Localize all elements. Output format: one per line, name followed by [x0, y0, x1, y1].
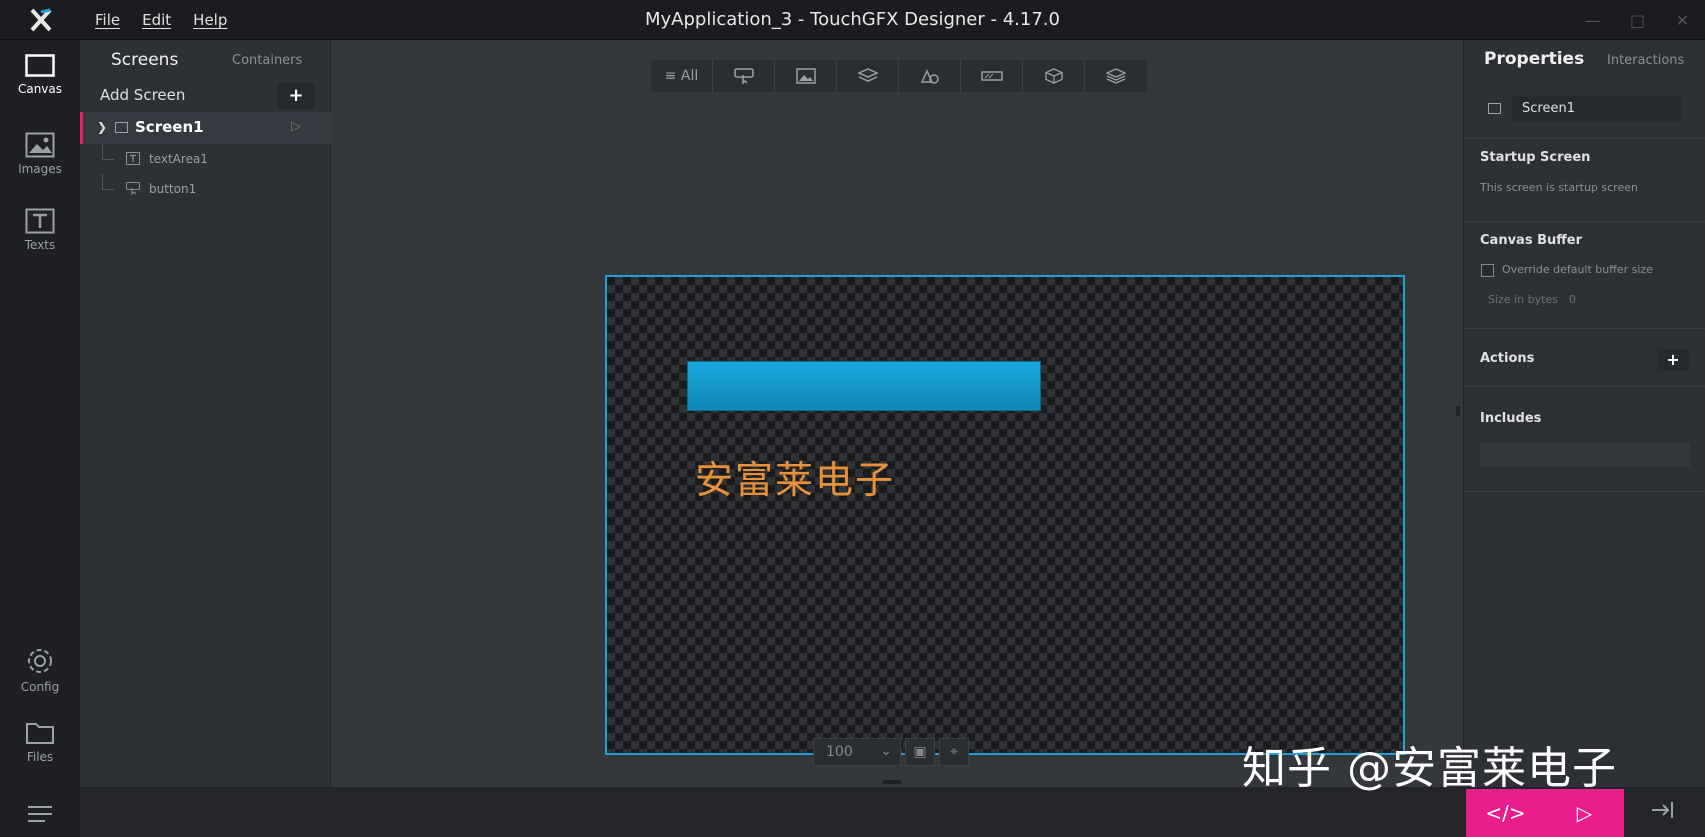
texts-icon — [25, 208, 55, 234]
screens-panel: Screens Containers Add Screen + ❯ Screen… — [80, 40, 331, 787]
screen-name-field[interactable]: Screen1 — [1512, 96, 1682, 122]
fit-screen-button[interactable]: ▣ — [905, 738, 935, 766]
actions-title: Actions — [1480, 351, 1535, 366]
crop-button[interactable]: ⌖ — [939, 738, 969, 766]
textarea1-widget[interactable]: 安富莱电子 — [695, 449, 895, 504]
folder-icon — [26, 723, 54, 744]
override-buffer-label: Override default buffer size — [1502, 263, 1653, 276]
add-screen-row: Add Screen + — [80, 80, 331, 112]
screen-name-row: Screen1 — [1478, 96, 1692, 122]
minimize-icon[interactable]: — — [1570, 8, 1615, 32]
tree-connector — [102, 174, 114, 190]
rail-files-label: Files — [26, 750, 54, 764]
panel-resize-handle[interactable] — [883, 780, 901, 784]
divider — [1464, 328, 1705, 329]
shape-filter-icon[interactable] — [899, 60, 961, 92]
window-title: MyApplication_3 - TouchGFX Designer - 4.… — [645, 9, 1060, 30]
rail-config-label: Config — [20, 680, 60, 694]
3d-filter-icon[interactable] — [1023, 60, 1085, 92]
rail-texts[interactable]: Texts — [0, 208, 80, 252]
tab-interactions[interactable]: Interactions — [1607, 53, 1684, 68]
screen-icon — [1488, 103, 1501, 114]
hamburger-menu-button[interactable] — [0, 790, 80, 837]
text-area-icon — [126, 152, 140, 165]
watermark-text: 知乎 @安富莱电子 — [1242, 743, 1617, 794]
rail-images-label: Images — [18, 162, 62, 176]
tree-connector — [102, 144, 114, 160]
tab-properties[interactable]: Properties — [1484, 49, 1584, 69]
includes-field[interactable] — [1480, 443, 1690, 467]
screen-icon — [115, 122, 128, 133]
properties-resize-handle[interactable] — [1456, 406, 1460, 416]
button1-widget[interactable] — [687, 361, 1041, 411]
filter-all-label: All — [680, 68, 699, 84]
tree-item-textarea1-label: textArea1 — [149, 152, 208, 166]
divider — [1464, 386, 1705, 387]
zoom-value: 100 — [826, 744, 853, 760]
tree-item-button1-label: button1 — [149, 182, 197, 196]
override-buffer-checkbox[interactable] — [1481, 264, 1494, 277]
left-rail: Canvas Images Texts Config Files — [0, 40, 80, 837]
rail-files[interactable]: Files — [0, 720, 80, 764]
tab-containers[interactable]: Containers — [232, 53, 302, 68]
rail-images[interactable]: Images — [0, 132, 80, 176]
canvas-icon — [25, 54, 55, 77]
divider — [1464, 138, 1705, 139]
startup-screen-note: This screen is startup screen — [1480, 181, 1638, 194]
close-icon[interactable]: ✕ — [1660, 8, 1705, 32]
filter-all-button[interactable]: ≡ All — [651, 60, 713, 92]
size-in-bytes-label: Size in bytes — [1488, 293, 1558, 306]
rail-canvas[interactable]: Canvas — [0, 54, 80, 96]
images-icon — [25, 132, 55, 158]
exit-icon[interactable] — [1650, 800, 1678, 824]
includes-title: Includes — [1480, 411, 1542, 426]
gear-icon — [28, 649, 52, 673]
zoom-bar: 100 ⌄ ▣ ⌖ — [813, 738, 969, 766]
rail-canvas-label: Canvas — [17, 82, 63, 96]
chevron-down-icon[interactable]: ❯ — [97, 120, 107, 134]
zoom-select[interactable]: 100 ⌄ — [813, 738, 901, 766]
container-filter-icon[interactable] — [837, 60, 899, 92]
maximize-icon[interactable]: □ — [1615, 8, 1660, 32]
list-icon: ≡ — [664, 68, 681, 84]
play-icon: ▷ — [1576, 801, 1593, 825]
startup-screen-title: Startup Screen — [1480, 150, 1591, 165]
tree-item-textarea1[interactable]: textArea1 — [80, 144, 331, 174]
bottom-actions: </> ▷ — [1466, 789, 1624, 837]
rail-config[interactable]: Config — [0, 646, 80, 694]
screen-canvas[interactable]: 安富莱电子 — [605, 275, 1405, 755]
button-filter-icon[interactable] — [713, 60, 775, 92]
tree-item-screen1[interactable]: ❯ Screen1 ▷ — [80, 112, 331, 144]
progress-filter-icon[interactable] — [961, 60, 1023, 92]
chevron-down-icon: ⌄ — [880, 743, 892, 759]
rail-texts-label: Texts — [24, 238, 56, 252]
crop-icon: ⌖ — [950, 744, 958, 760]
add-action-button[interactable]: + — [1657, 349, 1689, 371]
size-in-bytes-value[interactable]: 0 — [1569, 293, 1576, 306]
tree-item-button1[interactable]: button1 — [80, 174, 331, 204]
touchgfx-designer-window: File Edit Help MyApplication_3 - TouchGF… — [0, 0, 1705, 837]
divider — [1464, 221, 1705, 222]
screens-panel-tabs: Screens Containers — [80, 40, 331, 80]
hamburger-icon — [28, 805, 52, 822]
code-icon: </> — [1485, 801, 1526, 825]
divider — [1464, 491, 1705, 492]
properties-panel: Properties Interactions Screen1 Startup … — [1463, 40, 1705, 787]
layers-filter-icon[interactable] — [1085, 60, 1147, 92]
canvas-buffer-title: Canvas Buffer — [1480, 233, 1583, 248]
image-filter-icon[interactable] — [775, 60, 837, 92]
window-controls: — □ ✕ — [1570, 8, 1705, 32]
tab-screens[interactable]: Screens — [111, 50, 178, 70]
widget-filter-toolbar: ≡ All — [651, 60, 1147, 92]
add-screen-label: Add Screen — [100, 86, 186, 104]
canvas-area: ≡ All 安富莱电子 100 ⌄ ▣ ⌖ — [331, 40, 1463, 787]
run-simulator-button[interactable]: ▷ — [1545, 789, 1624, 837]
title-bar: File Edit Help MyApplication_3 - TouchGF… — [0, 0, 1705, 40]
generate-code-button[interactable]: </> — [1466, 789, 1545, 837]
tree-item-screen1-label: Screen1 — [135, 118, 204, 136]
play-icon[interactable]: ▷ — [291, 119, 301, 134]
button-widget-icon — [126, 182, 140, 195]
fit-icon: ▣ — [913, 744, 927, 760]
add-screen-button[interactable]: + — [277, 83, 315, 109]
